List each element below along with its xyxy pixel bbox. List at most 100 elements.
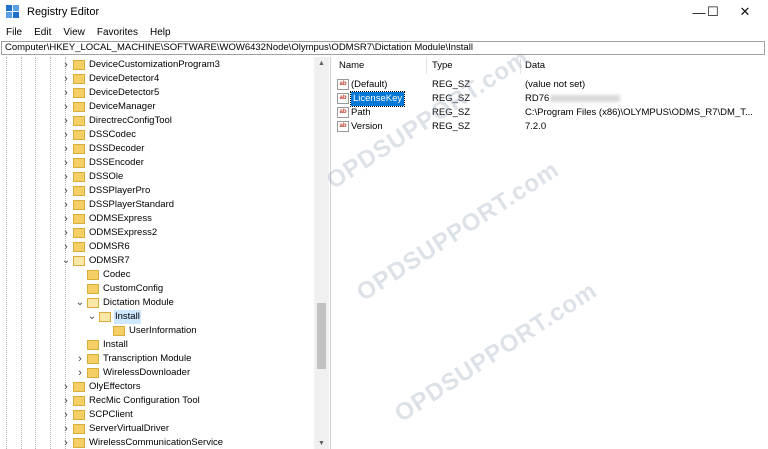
- chevron-right-icon[interactable]: ›: [75, 366, 85, 380]
- tree-item-label: WirelessCommunicationService: [89, 437, 224, 448]
- chevron-right-icon[interactable]: ›: [61, 212, 71, 226]
- tree-item[interactable]: Install: [75, 338, 129, 352]
- value-row[interactable]: ab LicenseKey REG_SZ RD76: [334, 91, 766, 107]
- menu-view[interactable]: View: [57, 27, 91, 38]
- chevron-right-icon[interactable]: ›: [61, 240, 71, 254]
- folder-icon: [73, 60, 85, 70]
- folder-icon: [73, 214, 85, 224]
- tree-item[interactable]: › ODMSR6: [61, 240, 131, 254]
- folder-icon: [87, 354, 99, 364]
- tree-item-label: CustomConfig: [103, 283, 164, 294]
- folder-icon: [73, 410, 85, 420]
- chevron-right-icon[interactable]: ›: [61, 380, 71, 394]
- tree-item[interactable]: › SCPClient: [61, 408, 134, 422]
- chevron-right-icon[interactable]: ›: [61, 72, 71, 86]
- string-value-icon: ab: [337, 107, 349, 118]
- value-row[interactable]: ab Path REG_SZ C:\Program Files (x86)\OLYMP…: [334, 106, 766, 120]
- folder-icon: [73, 116, 85, 126]
- tree-item[interactable]: ⌄ Install: [87, 310, 141, 324]
- chevron-right-icon[interactable]: ›: [61, 422, 71, 436]
- column-header-type[interactable]: Type: [432, 59, 453, 73]
- chevron-right-icon[interactable]: ›: [61, 86, 71, 100]
- tree-item[interactable]: ⌄ ODMSR7: [61, 254, 131, 268]
- folder-icon: [73, 74, 85, 84]
- tree-item[interactable]: › DSSDecoder: [61, 142, 145, 156]
- tree-item[interactable]: › DeviceDetector5: [61, 86, 160, 100]
- tree-item-label: DeviceDetector4: [89, 73, 160, 84]
- chevron-right-icon[interactable]: ›: [61, 184, 71, 198]
- tree-item[interactable]: › DSSCodec: [61, 128, 137, 142]
- values-list[interactable]: Name Type Data ab (Default) REG_SZ (value n…: [334, 57, 766, 449]
- tree-item-label: DSSPlayerStandard: [89, 199, 175, 210]
- tree-item[interactable]: › OlyEffectors: [61, 380, 142, 394]
- column-separator[interactable]: [520, 57, 521, 74]
- chevron-right-icon[interactable]: ›: [61, 436, 71, 449]
- chevron-right-icon[interactable]: ›: [61, 128, 71, 142]
- value-data: C:\Program Files (x86)\OLYMPUS\ODMS_R7\D…: [525, 106, 753, 120]
- tree-item-label: OlyEffectors: [89, 381, 141, 392]
- address-bar[interactable]: Computer\HKEY_LOCAL_MACHINE\SOFTWARE\WOW…: [1, 41, 765, 55]
- chevron-right-icon[interactable]: ›: [61, 142, 71, 156]
- tree-item[interactable]: › RecMic Configuration Tool: [61, 394, 201, 408]
- tree-item[interactable]: UserInformation: [101, 324, 198, 338]
- expander-placeholder: [75, 282, 85, 296]
- folder-icon: [73, 186, 85, 196]
- value-data-text: (value not set): [525, 79, 586, 90]
- folder-icon: [87, 284, 99, 294]
- value-data: 7.2.0: [525, 120, 546, 134]
- column-header-name[interactable]: Name: [339, 59, 364, 73]
- folder-icon: [73, 130, 85, 140]
- tree-guide-line: [50, 57, 51, 449]
- tree-item[interactable]: › ODMSExpress: [61, 212, 153, 226]
- tree-item-label: DeviceManager: [89, 101, 156, 112]
- chevron-right-icon[interactable]: ›: [61, 226, 71, 240]
- chevron-right-icon[interactable]: ›: [61, 114, 71, 128]
- chevron-down-icon[interactable]: ⌄: [75, 296, 85, 310]
- tree-item[interactable]: › DirectrecConfigTool: [61, 114, 173, 128]
- registry-key-tree[interactable]: › DeviceCustomizationProgram3 › DeviceDetec…: [1, 57, 331, 449]
- folder-icon: [73, 102, 85, 112]
- tree-item[interactable]: › DSSPlayerStandard: [61, 198, 175, 212]
- tree-item[interactable]: › WirelessDownloader: [75, 366, 191, 380]
- tree-item[interactable]: › DeviceDetector4: [61, 72, 160, 86]
- tree-item[interactable]: › DeviceCustomizationProgram3: [61, 58, 221, 72]
- tree-vertical-scrollbar[interactable]: ▲ ▼: [314, 57, 329, 449]
- folder-icon: [73, 242, 85, 252]
- folder-icon: [87, 368, 99, 378]
- tree-item[interactable]: Codec: [75, 268, 131, 282]
- tree-item[interactable]: › DSSPlayerPro: [61, 184, 151, 198]
- scroll-down-icon[interactable]: ▼: [314, 437, 329, 449]
- chevron-right-icon[interactable]: ›: [61, 58, 71, 72]
- menu-file[interactable]: File: [0, 27, 28, 38]
- menu-edit[interactable]: Edit: [28, 27, 57, 38]
- chevron-right-icon[interactable]: ›: [61, 170, 71, 184]
- close-button[interactable]: ✕: [722, 0, 768, 24]
- chevron-down-icon[interactable]: ⌄: [61, 254, 71, 268]
- menu-favorites[interactable]: Favorites: [91, 27, 144, 38]
- chevron-right-icon[interactable]: ›: [61, 156, 71, 170]
- tree-item[interactable]: › WirelessCommunicationService: [61, 436, 224, 449]
- tree-item[interactable]: › DSSEncoder: [61, 156, 145, 170]
- chevron-right-icon[interactable]: ›: [61, 394, 71, 408]
- chevron-down-icon[interactable]: ⌄: [87, 310, 97, 324]
- string-value-icon: ab: [337, 121, 349, 132]
- chevron-right-icon[interactable]: ›: [75, 352, 85, 366]
- tree-item-label: DSSDecoder: [89, 143, 145, 154]
- column-separator[interactable]: [426, 57, 427, 74]
- scroll-up-icon[interactable]: ▲: [314, 57, 329, 69]
- tree-item[interactable]: › DSSOle: [61, 170, 124, 184]
- value-row[interactable]: ab Version REG_SZ 7.2.0: [334, 120, 766, 134]
- tree-item[interactable]: ⌄ Dictation Module: [75, 296, 175, 310]
- menu-help[interactable]: Help: [144, 27, 177, 38]
- chevron-right-icon[interactable]: ›: [61, 408, 71, 422]
- value-row[interactable]: ab (Default) REG_SZ (value not set): [334, 78, 766, 92]
- chevron-right-icon[interactable]: ›: [61, 100, 71, 114]
- scrollbar-thumb[interactable]: [317, 303, 326, 369]
- tree-item[interactable]: › Transcription Module: [75, 352, 192, 366]
- chevron-right-icon[interactable]: ›: [61, 198, 71, 212]
- column-header-data[interactable]: Data: [525, 59, 545, 73]
- tree-item[interactable]: › ServerVirtualDriver: [61, 422, 170, 436]
- tree-item[interactable]: CustomConfig: [75, 282, 164, 296]
- tree-item[interactable]: › DeviceManager: [61, 100, 157, 114]
- tree-item[interactable]: › ODMSExpress2: [61, 226, 158, 240]
